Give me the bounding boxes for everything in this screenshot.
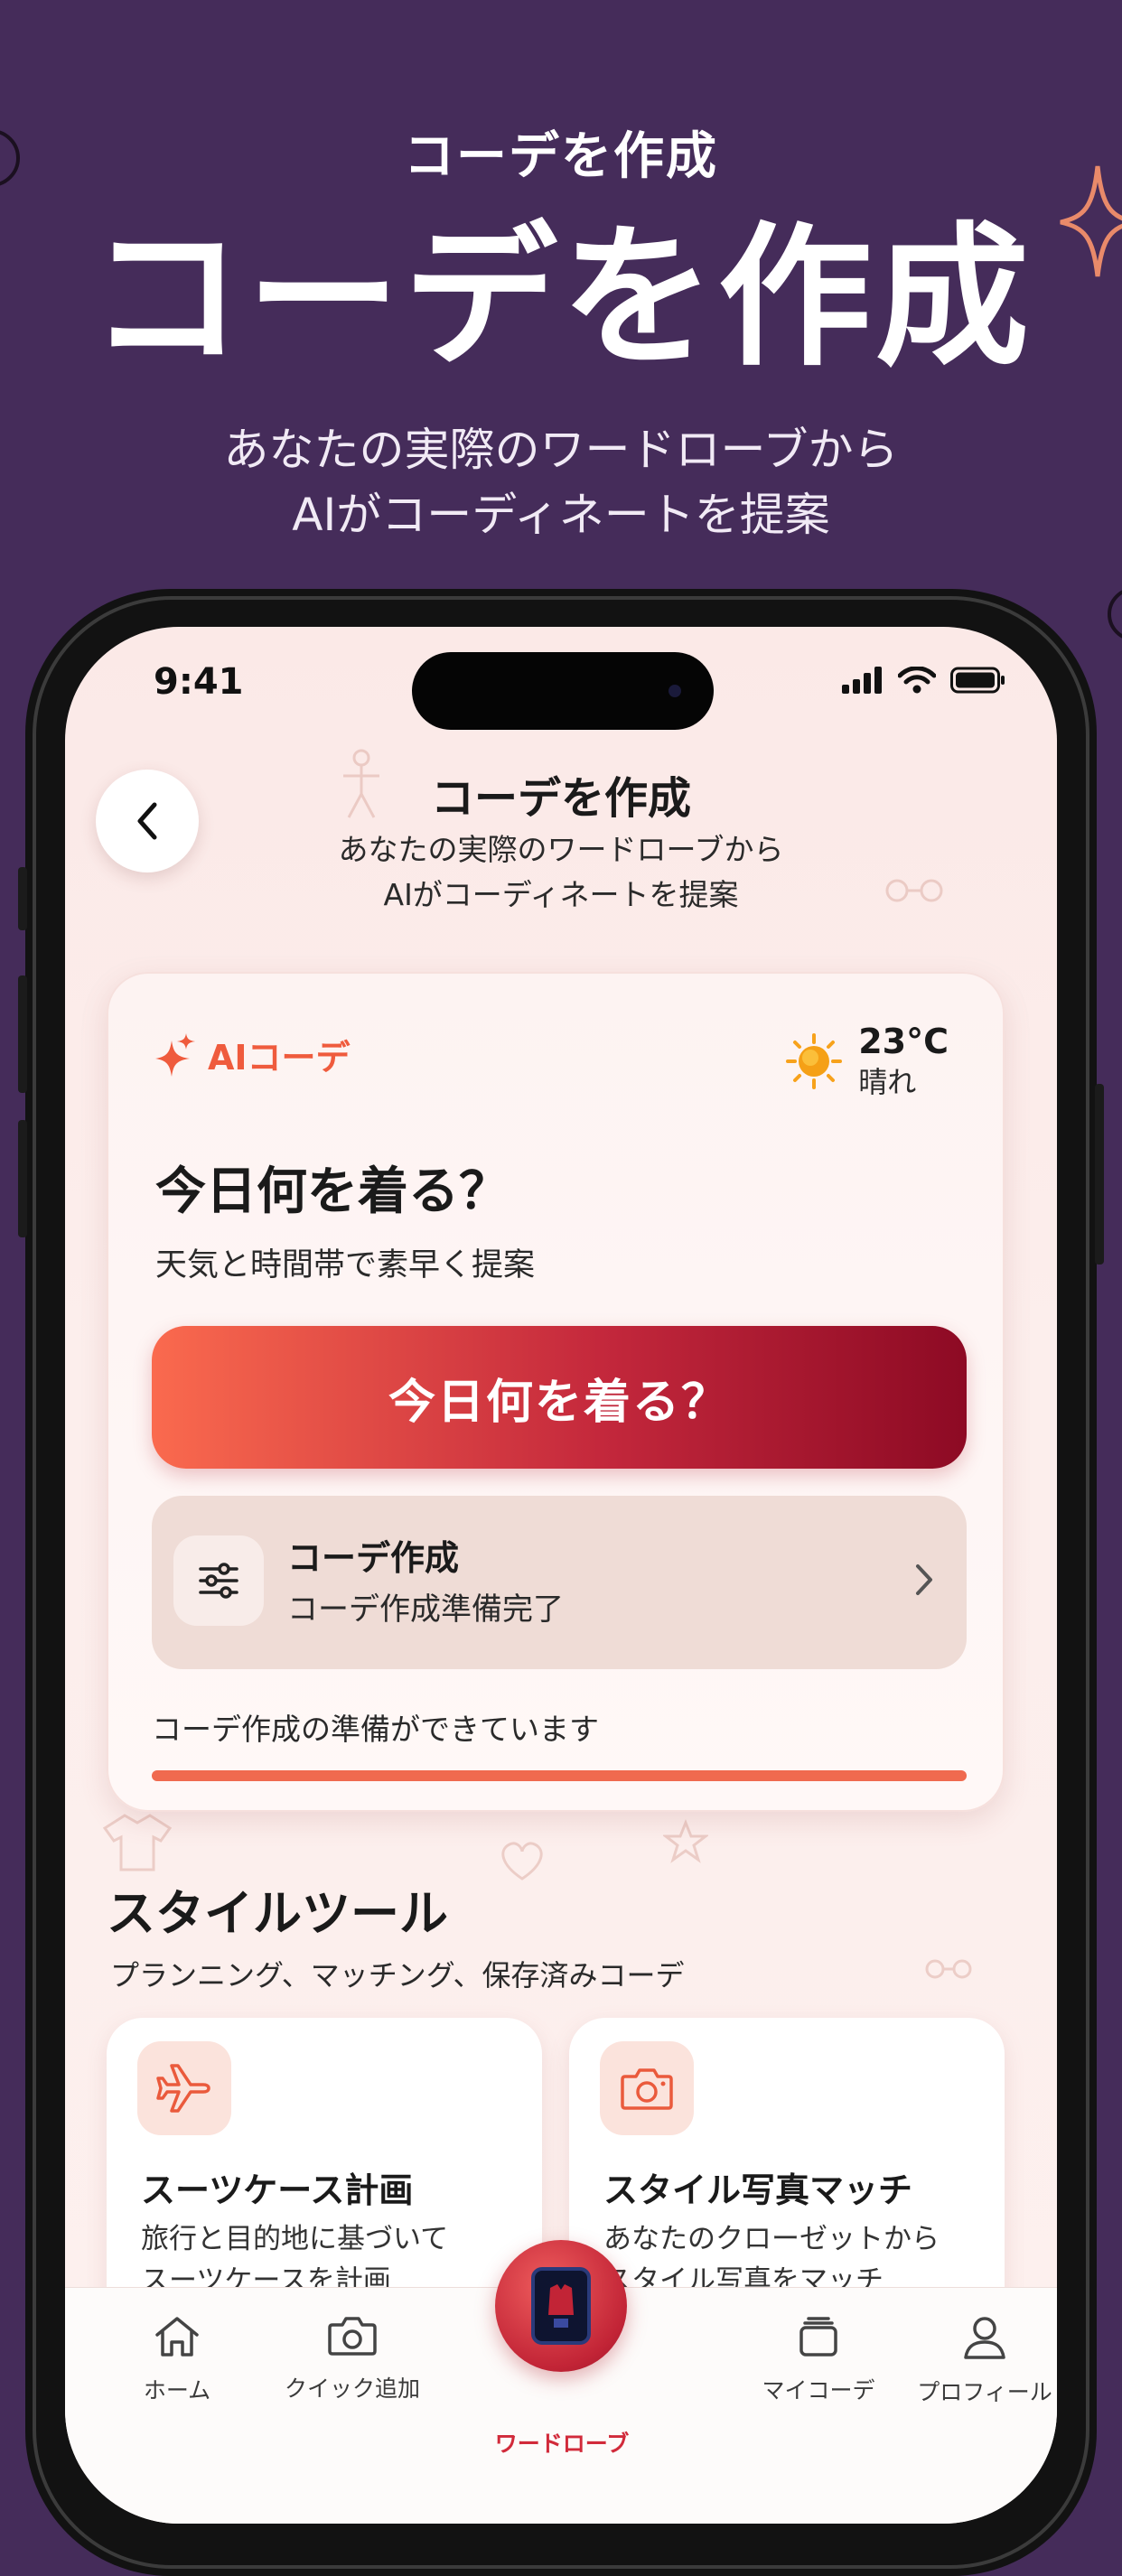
stack-icon (799, 2317, 837, 2357)
progress-fill (152, 1770, 967, 1781)
promo-subtitle-line2: AIがコーディネートを提案 (292, 489, 830, 541)
weather-temp: 23°C (858, 1022, 949, 1061)
progress-bar (152, 1770, 967, 1781)
sparkles-icon (155, 1032, 195, 1077)
tab-label: マイコーデ (762, 2377, 875, 2403)
tool-card-title: スタイル写真マッチ (603, 2170, 913, 2210)
tab-label: ホーム (143, 2377, 211, 2403)
style-tools-title: スタイルツール (107, 1885, 448, 1942)
tab-quick-add[interactable]: クイック追加 (271, 2315, 434, 2403)
app-screen: 9:41 コーデを作成 あなたの実際のワードローブから AIがコーディネートを提… (65, 627, 1057, 2524)
dynamic-island (412, 652, 714, 730)
tab-home[interactable]: ホーム (96, 2315, 258, 2405)
wifi-icon (898, 667, 936, 694)
promo-big-title: コーデを作成 (89, 209, 1033, 387)
page-subtitle-line2: AIがコーディネートを提案 (383, 877, 739, 912)
star-doodle-icon (663, 1819, 708, 1863)
tab-profile[interactable]: プロフィール (903, 2315, 1057, 2407)
tab-label: クイック追加 (284, 2375, 420, 2402)
create-outfit-row[interactable]: コーデ作成 コーデ作成準備完了 (152, 1496, 967, 1669)
tab-wardrobe-label: ワードローブ (494, 2431, 630, 2457)
create-outfit-status: コーデ作成準備完了 (287, 1591, 564, 1628)
airplane-icon (137, 2041, 231, 2135)
ready-status-text: コーデ作成の準備ができています (152, 1712, 599, 1747)
profile-icon (964, 2317, 1005, 2359)
glasses-doodle-icon (925, 1959, 972, 1979)
what-to-wear-button[interactable]: 今日何を着る？ (152, 1326, 967, 1469)
chevron-right-icon (916, 1564, 932, 1595)
page-subtitle: あなたの実際のワードローブから AIがコーディネートを提案 (65, 827, 1057, 918)
ai-outfit-card: AIコーデ 23°C 晴れ 今日何を着る？ 天気と時間帯で素早く提案 今日何を着… (107, 972, 1005, 1812)
page-subtitle-line1: あなたの実際のワードローブから (338, 832, 784, 867)
status-icons (842, 667, 1006, 694)
side-button (18, 1120, 27, 1237)
tab-label: プロフィール (917, 2379, 1052, 2405)
sliders-icon (173, 1535, 264, 1626)
card-description: 天気と時間帯で素早く提案 (155, 1247, 536, 1283)
wardrobe-icon (531, 2267, 591, 2345)
deco-circle-icon (1108, 590, 1122, 639)
signal-icon (842, 667, 882, 694)
style-tools-subtitle: プランニング、マッチング、保存済みコーデ (110, 1958, 685, 1993)
create-outfit-title: コーデ作成 (287, 1538, 460, 1578)
tool-card-desc-line1: あなたのクローゼットから (603, 2223, 940, 2255)
promo-subtitle-line1: あなたの実際のワードローブから (223, 424, 899, 476)
page-title: コーデを作成 (430, 773, 691, 824)
heart-doodle-icon (501, 1842, 543, 1881)
battery-icon (950, 667, 1005, 694)
status-time: 9:41 (154, 661, 244, 703)
tab-my-outfits[interactable]: マイコーデ (737, 2315, 900, 2405)
side-button (18, 975, 27, 1093)
sparkle-icon (1060, 165, 1122, 277)
shirt-doodle-icon (102, 1814, 173, 1871)
promo-small-title: コーデを作成 (404, 127, 718, 186)
side-button (18, 867, 27, 930)
weather-condition: 晴れ (858, 1065, 917, 1099)
sun-icon (786, 1033, 843, 1089)
tab-wardrobe[interactable] (495, 2240, 627, 2372)
tool-card-title: スーツケース計画 (141, 2170, 414, 2210)
weather-widget: 23°C 晴れ (786, 1021, 949, 1102)
camera-dot (669, 685, 681, 697)
ai-badge: AIコーデ (155, 1030, 351, 1079)
ai-badge-label: AIコーデ (208, 1038, 351, 1078)
promo-subtitle: あなたの実際のワードローブから AIがコーディネートを提案 (0, 417, 1122, 547)
camera-icon (328, 2317, 377, 2356)
tool-card-desc-line1: 旅行と目的地に基づいて (141, 2223, 449, 2255)
deco-circle-icon (0, 130, 20, 186)
card-headline: 今日何を着る？ (155, 1162, 510, 1221)
side-button (1095, 1084, 1104, 1265)
camera-icon (600, 2041, 694, 2135)
home-icon (155, 2317, 199, 2357)
